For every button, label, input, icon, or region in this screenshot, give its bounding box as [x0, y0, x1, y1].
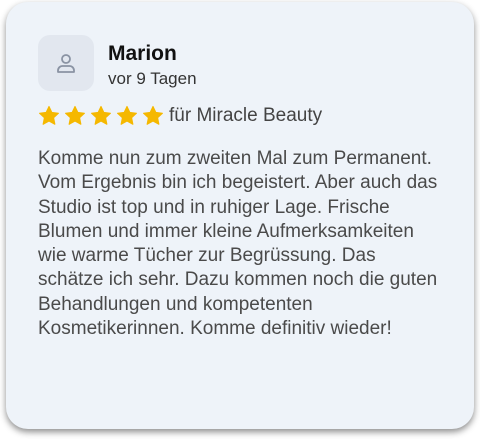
review-text: Komme nun zum zweiten Mal zum Permanent.… — [38, 148, 438, 340]
reviewer-name: Marion — [108, 42, 177, 65]
user-icon — [57, 54, 75, 73]
review-card: Marion vor 9 Tagen für Miracle Beauty Ko… — [6, 2, 474, 429]
rating-row: für Miracle Beauty — [38, 102, 322, 130]
star-rating — [38, 105, 168, 127]
avatar — [38, 35, 94, 91]
star-icon — [91, 105, 111, 125]
star-icon — [65, 105, 85, 125]
star-icon — [117, 105, 137, 125]
review-date: vor 9 Tagen — [108, 69, 197, 88]
star-icon — [143, 105, 163, 125]
star-icon — [39, 105, 59, 125]
review-source: für Miracle Beauty — [169, 105, 323, 126]
